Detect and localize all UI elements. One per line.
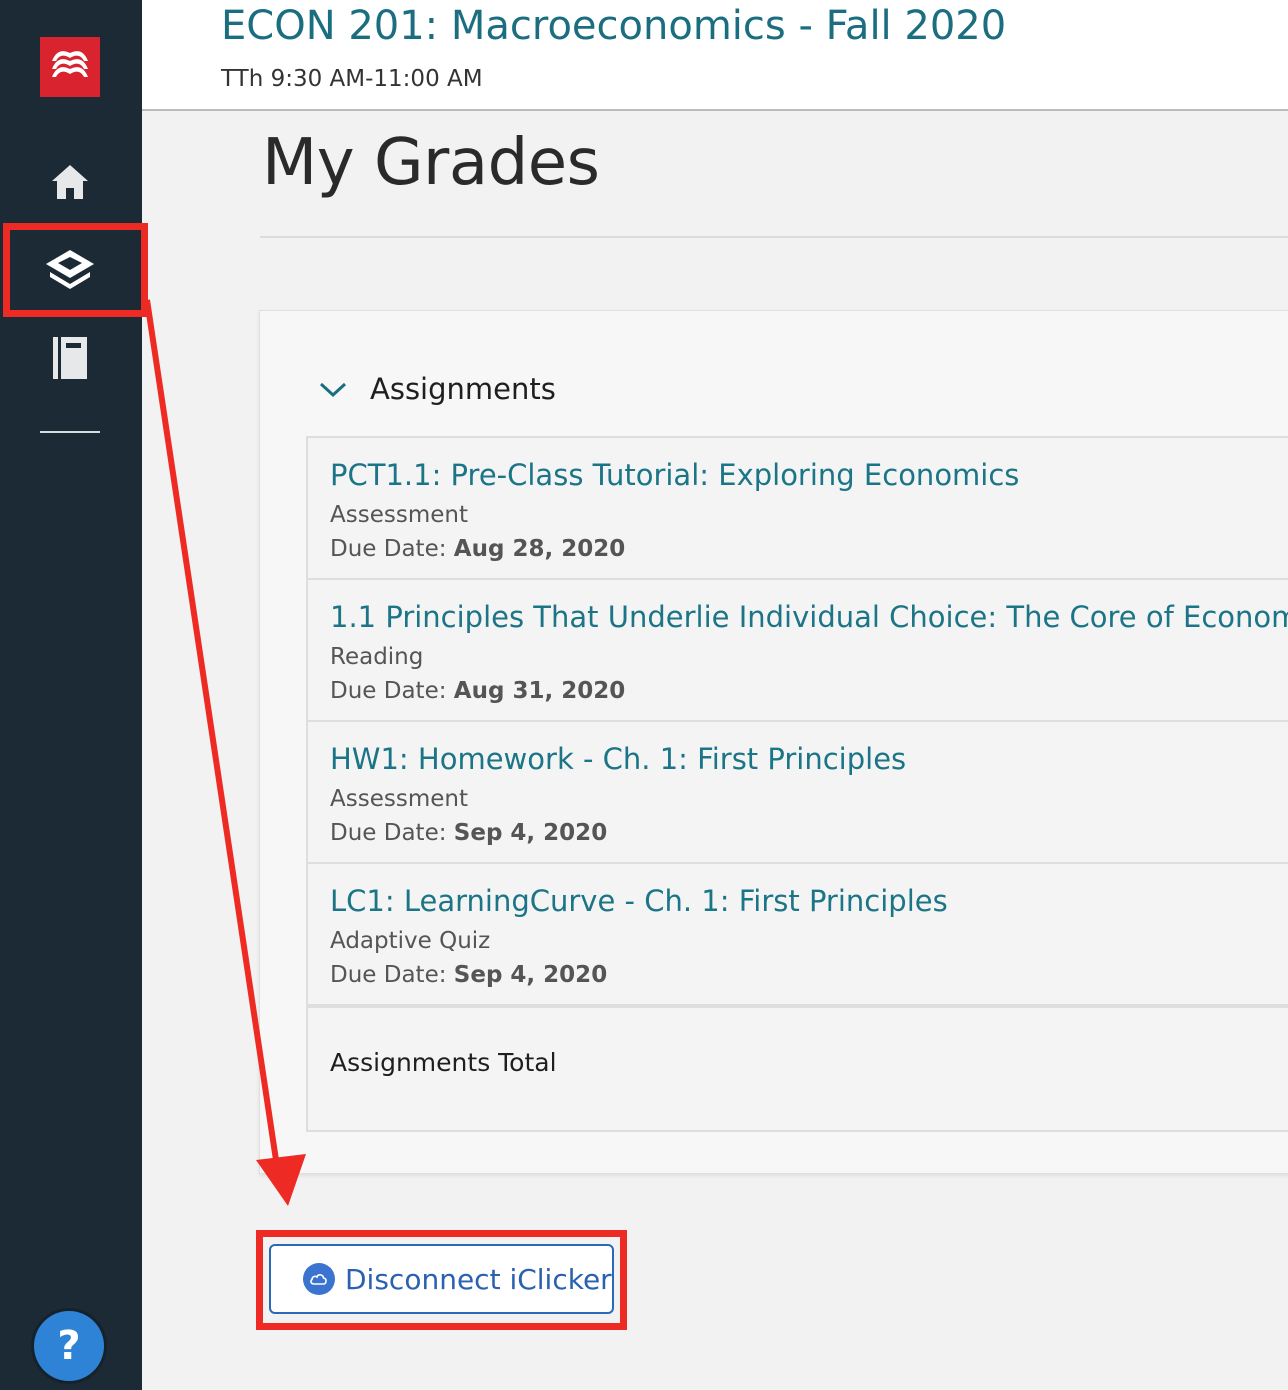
- assignment-link[interactable]: 1.1 Principles That Underlie Individual …: [330, 600, 1288, 634]
- chevron-down-icon: [319, 382, 347, 398]
- assignment-type: Assessment: [330, 502, 468, 528]
- title-divider: [260, 236, 1288, 238]
- due-date-value: Sep 4, 2020: [453, 820, 608, 846]
- assignment-link[interactable]: LC1: LearningCurve - Ch. 1: First Princi…: [330, 884, 948, 918]
- help-button[interactable]: ?: [34, 1311, 104, 1381]
- assignment-due-date: Due Date: Aug 28, 2020: [330, 536, 625, 562]
- assignments-total-row: Assignments Total: [308, 1006, 1288, 1132]
- due-date-label: Due Date:: [330, 820, 447, 846]
- assignment-type: Assessment: [330, 786, 468, 812]
- logo-m-icon: [52, 51, 88, 77]
- macmillan-logo[interactable]: [40, 37, 100, 97]
- assignment-link[interactable]: PCT1.1: Pre-Class Tutorial: Exploring Ec…: [330, 458, 1019, 492]
- course-schedule: TTh 9:30 AM-11:00 AM: [221, 66, 483, 92]
- course-title[interactable]: ECON 201: Macroeconomics - Fall 2020: [221, 3, 1006, 49]
- button-highlight-box: [256, 1230, 627, 1330]
- course-header: ECON 201: Macroeconomics - Fall 2020 TTh…: [142, 0, 1288, 111]
- due-date-value: Aug 28, 2020: [453, 536, 626, 562]
- page-title: My Grades: [262, 126, 600, 200]
- assignment-due-date: Due Date: Sep 4, 2020: [330, 820, 607, 846]
- sidebar-divider: [40, 431, 100, 433]
- table-row: LC1: LearningCurve - Ch. 1: First Princi…: [308, 864, 1288, 1006]
- due-date-label: Due Date:: [330, 678, 447, 704]
- assignment-due-date: Due Date: Sep 4, 2020: [330, 962, 607, 988]
- table-row: PCT1.1: Pre-Class Tutorial: Exploring Ec…: [308, 438, 1288, 580]
- table-row: 1.1 Principles That Underlie Individual …: [308, 580, 1288, 722]
- due-date-value: Sep 4, 2020: [453, 962, 608, 988]
- home-icon[interactable]: [50, 162, 90, 202]
- assignment-type: Adaptive Quiz: [330, 928, 491, 954]
- due-date-value: Aug 31, 2020: [453, 678, 626, 704]
- due-date-label: Due Date:: [330, 536, 447, 562]
- book-icon[interactable]: [53, 337, 87, 379]
- sidebar-nav: ?: [0, 0, 142, 1390]
- nav-highlight-box: [3, 223, 148, 317]
- assignments-section-toggle[interactable]: Assignments: [318, 372, 556, 406]
- assignment-link[interactable]: HW1: Homework - Ch. 1: First Principles: [330, 742, 906, 776]
- table-row: HW1: Homework - Ch. 1: First Principles …: [308, 722, 1288, 864]
- assignment-due-date: Due Date: Aug 31, 2020: [330, 678, 625, 704]
- due-date-label: Due Date:: [330, 962, 447, 988]
- assignments-total-label: Assignments Total: [330, 1048, 557, 1077]
- help-question-icon: ?: [57, 1323, 81, 1369]
- assignment-type: Reading: [330, 644, 424, 670]
- assignments-table: PCT1.1: Pre-Class Tutorial: Exploring Ec…: [306, 436, 1288, 1132]
- section-label: Assignments: [370, 372, 556, 406]
